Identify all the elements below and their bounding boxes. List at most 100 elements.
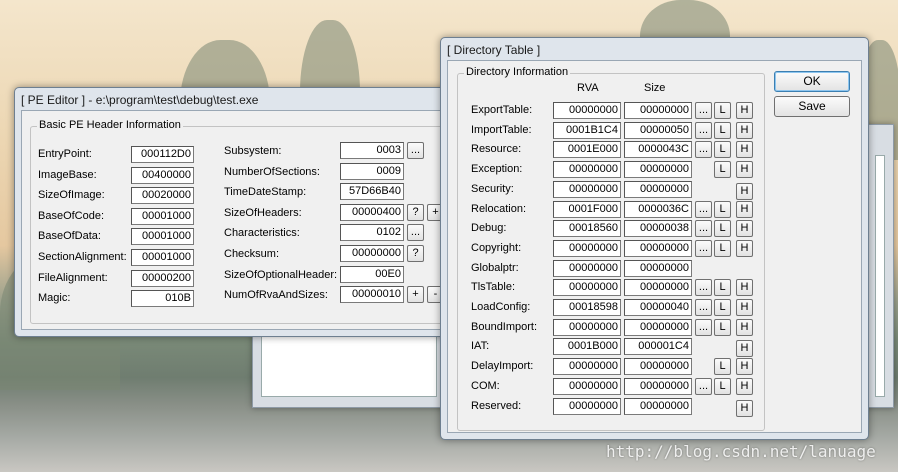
rva-field[interactable]: 00000000	[553, 397, 621, 415]
h-button[interactable]: H	[736, 318, 753, 336]
browse-button[interactable]: ...	[695, 377, 712, 395]
field-value[interactable]: 0003	[340, 142, 404, 159]
h-button[interactable]: H	[736, 377, 753, 395]
h-button[interactable]: H	[736, 279, 753, 297]
field-label: Subsystem:	[224, 145, 282, 157]
l-button[interactable]: L	[714, 102, 731, 119]
field-value[interactable]: 57D66B40	[340, 183, 404, 201]
field-label: ImageBase:	[38, 168, 97, 181]
field-label: Characteristics:	[224, 227, 300, 240]
l-button[interactable]: L	[714, 358, 731, 376]
directory-name-label: DelayImport:	[471, 360, 534, 373]
size-field[interactable]: 00000000	[624, 259, 692, 277]
size-field[interactable]: 00000000	[624, 358, 692, 376]
rva-field[interactable]: 0001B000	[553, 338, 621, 356]
browse-button[interactable]: ...	[695, 141, 712, 159]
browse-button[interactable]: ...	[695, 299, 712, 316]
field-value[interactable]: 00001000	[131, 228, 194, 246]
field-value[interactable]: 0102	[340, 224, 404, 242]
h-button[interactable]: H	[736, 299, 753, 316]
h-button[interactable]: H	[736, 141, 753, 159]
help-button[interactable]: ?	[407, 203, 424, 221]
l-button[interactable]: L	[714, 299, 731, 316]
size-field[interactable]: 00000000	[624, 239, 692, 257]
h-button[interactable]: H	[736, 340, 753, 358]
h-button[interactable]: H	[736, 121, 753, 139]
field-label: BaseOfCode:	[38, 209, 105, 222]
h-button[interactable]: H	[736, 161, 753, 179]
browse-button[interactable]: ...	[695, 220, 712, 238]
column-header-rva: RVA	[577, 82, 599, 94]
l-button[interactable]: L	[714, 161, 731, 179]
field-value[interactable]: 00000200	[131, 269, 194, 287]
l-button[interactable]: L	[714, 279, 731, 297]
l-button[interactable]: L	[714, 141, 731, 159]
h-button[interactable]: H	[736, 399, 753, 417]
rva-field[interactable]: 00000000	[553, 358, 621, 376]
size-field[interactable]: 0000036C	[624, 200, 692, 218]
l-button[interactable]: L	[714, 121, 731, 139]
browse-button[interactable]: ...	[695, 279, 712, 297]
rva-field[interactable]: 0001E000	[553, 141, 621, 159]
field-value[interactable]: 00001000	[131, 207, 194, 225]
size-field[interactable]: 00000038	[624, 220, 692, 238]
size-field[interactable]: 00000000	[624, 279, 692, 297]
directory-name-label: ExportTable:	[471, 104, 533, 116]
field-value[interactable]: 00001000	[131, 249, 194, 266]
help-button[interactable]: ?	[407, 245, 424, 262]
size-field[interactable]: 00000000	[624, 397, 692, 415]
h-button[interactable]: H	[736, 200, 753, 218]
l-button[interactable]: L	[714, 318, 731, 336]
field-value[interactable]: 00000000	[340, 245, 404, 262]
browse-button[interactable]: ...	[695, 102, 712, 119]
field-value[interactable]: 00000010	[340, 286, 404, 304]
plus-button[interactable]: +	[407, 286, 424, 304]
rva-field[interactable]: 00000000	[553, 259, 621, 277]
rva-field[interactable]: 00000000	[553, 239, 621, 257]
l-button[interactable]: L	[714, 220, 731, 238]
browse-button[interactable]: ...	[695, 121, 712, 139]
size-field[interactable]: 00000040	[624, 299, 692, 316]
size-field[interactable]: 000001C4	[624, 338, 692, 356]
rva-field[interactable]: 00000000	[553, 318, 621, 336]
size-field[interactable]: 0000043C	[624, 141, 692, 159]
rva-field[interactable]: 00018560	[553, 220, 621, 238]
size-field[interactable]: 00000050	[624, 121, 692, 139]
browse-button[interactable]: ...	[407, 224, 424, 242]
field-value[interactable]: 000112D0	[131, 146, 194, 163]
h-button[interactable]: H	[736, 182, 753, 200]
l-button[interactable]: L	[714, 377, 731, 395]
h-button[interactable]: H	[736, 102, 753, 119]
field-value[interactable]: 0009	[340, 162, 404, 180]
field-value[interactable]: 00400000	[131, 166, 194, 184]
rva-field[interactable]: 00018598	[553, 299, 621, 316]
rva-field[interactable]: 0001F000	[553, 200, 621, 218]
field-value[interactable]: 010B	[131, 290, 194, 308]
browse-button[interactable]: ...	[695, 239, 712, 257]
size-field[interactable]: 00000000	[624, 180, 692, 198]
size-field[interactable]: 00000000	[624, 377, 692, 395]
field-value[interactable]: 00E0	[340, 265, 404, 283]
field-value[interactable]: 00000400	[340, 203, 404, 221]
field-label: SizeOfOptionalHeader:	[224, 268, 338, 281]
ok-button[interactable]: OK	[774, 71, 850, 92]
browse-button[interactable]: ...	[695, 318, 712, 336]
size-field[interactable]: 00000000	[624, 318, 692, 336]
rva-field[interactable]: 00000000	[553, 180, 621, 198]
rva-field[interactable]: 00000000	[553, 161, 621, 179]
h-button[interactable]: H	[736, 220, 753, 238]
rva-field[interactable]: 00000000	[553, 102, 621, 119]
size-field[interactable]: 00000000	[624, 102, 692, 119]
rva-field[interactable]: 00000000	[553, 377, 621, 395]
save-button[interactable]: Save	[774, 96, 850, 117]
rva-field[interactable]: 00000000	[553, 279, 621, 297]
rva-field[interactable]: 0001B1C4	[553, 121, 621, 139]
h-button[interactable]: H	[736, 358, 753, 376]
browse-button[interactable]: ...	[695, 200, 712, 218]
l-button[interactable]: L	[714, 239, 731, 257]
browse-button[interactable]: ...	[407, 142, 424, 159]
h-button[interactable]: H	[736, 239, 753, 257]
field-value[interactable]: 00020000	[131, 187, 194, 205]
size-field[interactable]: 00000000	[624, 161, 692, 179]
l-button[interactable]: L	[714, 200, 731, 218]
